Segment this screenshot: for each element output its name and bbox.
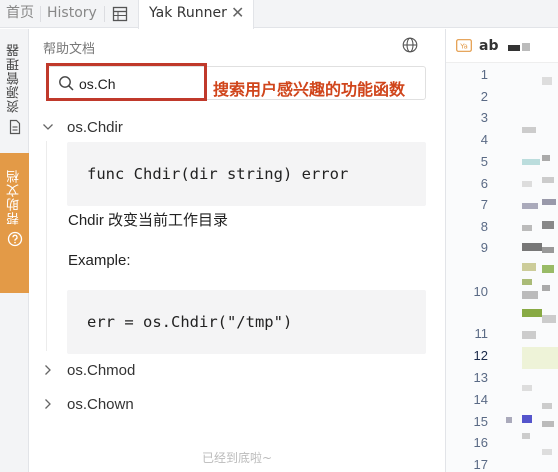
blurred-code-fragment <box>542 315 556 323</box>
rail-help-docs-label: 帮助文档 <box>7 169 22 225</box>
blurred-code-fragment <box>522 225 532 231</box>
function-description: Chdir 改变当前工作目录 <box>68 212 229 229</box>
example-code: err = os.Chdir("/tmp") <box>87 313 293 331</box>
doc-entry-name: os.Chmod <box>67 362 136 379</box>
chevron-right-icon[interactable] <box>42 364 54 376</box>
signature-code-block: func Chdir(dir string) error <box>67 142 426 206</box>
panel-title: 帮助文档 <box>43 42 96 57</box>
tab-yak-runner-label: Yak Runner <box>149 5 227 21</box>
editor-file-name: ab <box>479 38 499 54</box>
blurred-code-fragment <box>522 291 538 299</box>
top-tab-bar: 首页 History Yak Runner ✕ <box>0 0 558 29</box>
line-number: 8 <box>480 219 488 234</box>
blurred-code-fragment <box>506 417 512 423</box>
search-icon <box>59 76 74 91</box>
blurred-code-fragment <box>542 221 554 229</box>
annotation-text: 搜索用户感兴趣的功能函数 <box>213 80 406 99</box>
blurred-code-fragment <box>542 403 552 409</box>
blurred-code-fragment <box>522 415 532 423</box>
line-number: 17 <box>473 457 488 472</box>
side-rail: 资源管理器 帮助文档 <box>0 29 29 472</box>
line-number: 6 <box>480 176 488 191</box>
line-number: 16 <box>473 435 488 450</box>
blurred-code-fragment <box>522 181 532 187</box>
spreadsheet-icon[interactable] <box>112 6 128 22</box>
close-tab-icon[interactable]: ✕ <box>231 3 244 23</box>
rail-resource-manager[interactable]: 资源管理器 <box>0 39 29 153</box>
end-of-list-note: 已经到底啦~ <box>201 451 273 465</box>
blurred-code-fragment <box>522 309 542 317</box>
blurred-code-fragment <box>542 199 556 205</box>
line-number: 4 <box>480 132 488 147</box>
example-label: Example: <box>68 252 131 269</box>
blurred-text <box>508 45 520 51</box>
line-number: 12 <box>473 348 488 363</box>
blurred-code-fragment <box>522 243 542 251</box>
code-editor-panel[interactable]: Ya ab 1 2 3 4 5 6 7 8 9 10 11 12 13 14 15 16 17 <box>445 29 558 472</box>
blurred-code-fragment <box>522 279 532 285</box>
blurred-code-fragment <box>522 159 540 165</box>
blurred-code-fragment <box>522 433 530 439</box>
blurred-code-fragment <box>542 265 554 273</box>
tab-history[interactable]: History <box>47 0 97 28</box>
line-number: 3 <box>480 110 488 125</box>
tree-guide-line <box>46 141 47 351</box>
line-number: 13 <box>473 370 488 385</box>
tab-divider <box>40 6 41 22</box>
line-number: 7 <box>480 197 488 212</box>
line-number: 2 <box>480 89 488 104</box>
svg-text:Ya: Ya <box>459 43 468 51</box>
blurred-code-fragment <box>542 77 552 85</box>
blurred-code-fragment <box>522 263 536 271</box>
blurred-code-fragment <box>542 177 554 183</box>
blurred-code-fragment <box>542 285 550 291</box>
function-signature: func Chdir(dir string) error <box>87 165 349 183</box>
line-number: 15 <box>473 414 488 429</box>
chevron-down-icon[interactable] <box>42 121 54 133</box>
blurred-code-fragment <box>542 155 550 161</box>
tab-home[interactable]: 首页 <box>6 0 34 28</box>
doc-entry-name: os.Chown <box>67 396 134 413</box>
help-icon <box>7 231 22 247</box>
blurred-code-fragment <box>542 247 554 253</box>
help-docs-panel: 帮助文档 搜索用户感兴趣的功能函数 os.Chdir func Chdir(di… <box>30 29 444 472</box>
blurred-code-fragment <box>542 449 552 455</box>
blurred-code-fragment <box>542 421 554 427</box>
rail-resource-manager-label: 资源管理器 <box>7 43 22 113</box>
globe-icon[interactable] <box>402 37 418 53</box>
editor-file-tab[interactable]: Ya ab <box>446 29 558 63</box>
blurred-code-fragment <box>522 331 536 339</box>
blurred-code-fragment <box>522 385 532 391</box>
line-number: 10 <box>473 284 488 299</box>
line-number: 5 <box>480 154 488 169</box>
doc-entry-name: os.Chdir <box>67 119 123 136</box>
file-icon <box>9 119 20 135</box>
blurred-code-fragment <box>522 347 558 369</box>
example-code-block: err = os.Chdir("/tmp") <box>67 290 426 354</box>
line-number: 11 <box>474 326 489 341</box>
blurred-code-fragment <box>522 43 530 51</box>
line-number: 1 <box>480 67 488 82</box>
line-number: 14 <box>473 392 488 407</box>
tab-divider <box>104 6 105 22</box>
blurred-code-fragment <box>522 203 538 209</box>
yak-file-icon: Ya <box>456 39 472 52</box>
line-number: 9 <box>480 240 488 255</box>
rail-help-docs[interactable]: 帮助文档 <box>0 153 29 293</box>
blurred-code-fragment <box>522 127 536 133</box>
chevron-right-icon[interactable] <box>42 398 54 410</box>
